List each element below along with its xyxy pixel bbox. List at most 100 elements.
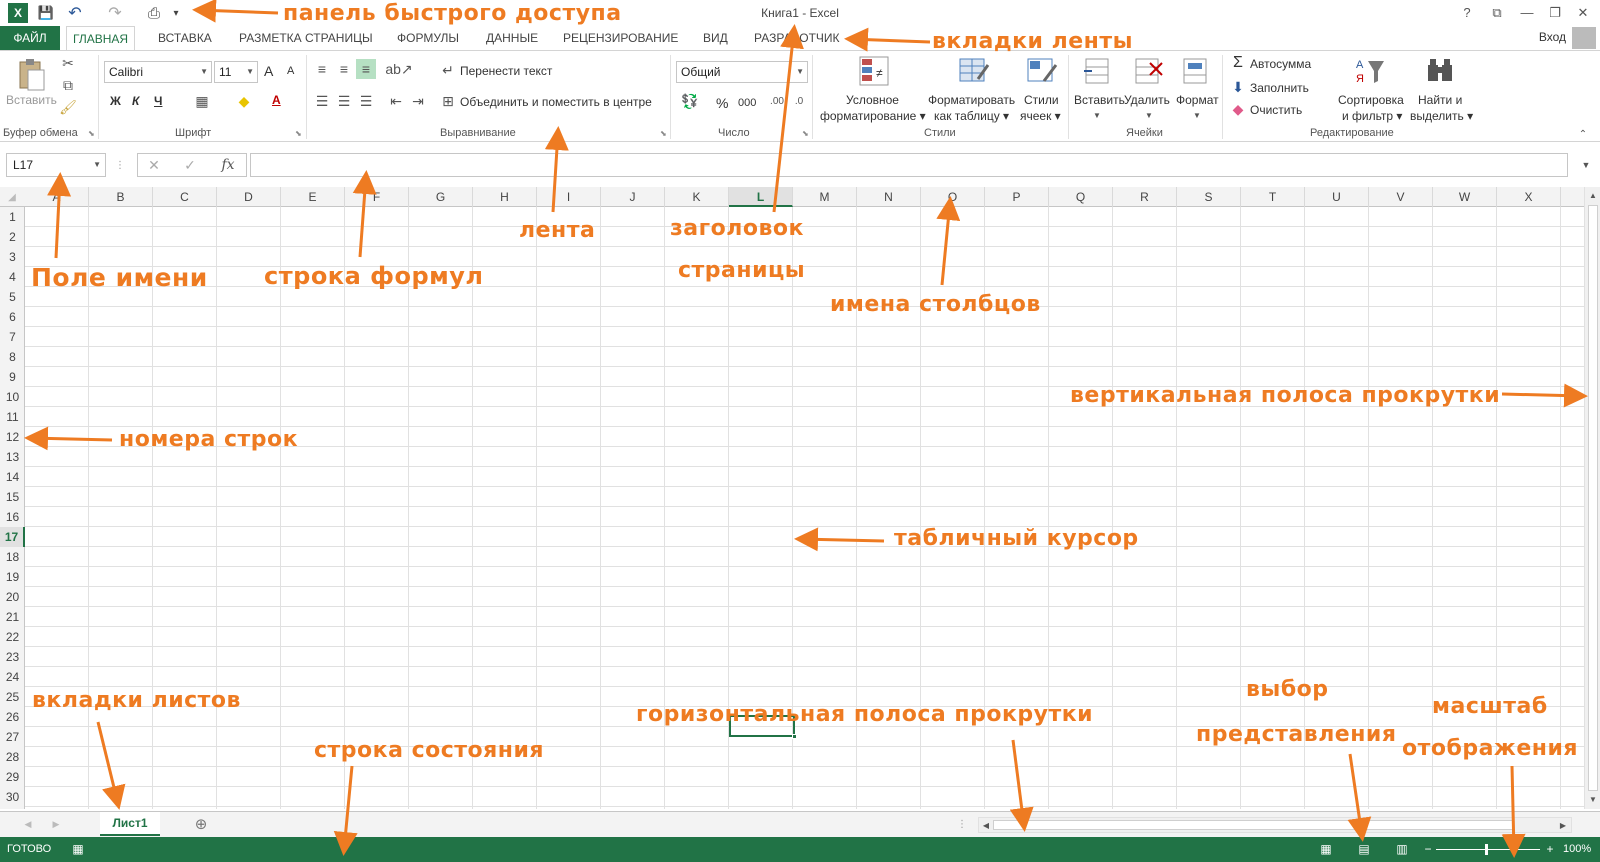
cell-styles-label-1[interactable]: Стили (1024, 93, 1059, 107)
zoom-out-button[interactable]: − (1420, 842, 1436, 856)
autosum-icon[interactable]: Σ (1230, 54, 1246, 71)
align-left-icon[interactable]: ☰ (314, 93, 330, 109)
bold-button[interactable]: Ж (110, 94, 121, 108)
column-header[interactable]: G (409, 187, 473, 207)
column-header[interactable]: J (601, 187, 665, 207)
font-size-combo[interactable]: 11 ▼ (214, 61, 258, 83)
tab-review[interactable]: РЕЦЕНЗИРОВАНИЕ (557, 26, 684, 50)
column-header[interactable]: T (1241, 187, 1305, 207)
redo-icon[interactable]: ↷ (104, 3, 126, 23)
number-format-combo[interactable]: Общий ▼ (676, 61, 808, 83)
autosum-button[interactable]: Автосумма (1250, 57, 1311, 71)
number-launcher-icon[interactable]: ⬊ (802, 129, 809, 138)
prev-sheet-icon[interactable]: ◀ (22, 817, 34, 831)
row-header[interactable]: 22 (0, 627, 25, 647)
column-header[interactable]: P (985, 187, 1049, 207)
avatar[interactable] (1572, 27, 1596, 49)
vertical-scroll-thumb[interactable] (1588, 205, 1598, 791)
cancel-entry-icon[interactable]: ✕ (146, 157, 162, 173)
format-as-table-icon[interactable] (958, 55, 990, 87)
row-header[interactable]: 13 (0, 447, 25, 467)
clipboard-launcher-icon[interactable]: ⬊ (88, 129, 95, 138)
tab-view[interactable]: ВИД (697, 26, 734, 50)
tab-developer[interactable]: РАЗРАБОТЧИК (748, 26, 846, 50)
customize-qat-icon[interactable]: ▾ (170, 3, 182, 23)
sort-filter-label-2[interactable]: и фильтр ▾ (1342, 109, 1402, 123)
column-header[interactable]: H (473, 187, 537, 207)
alignment-launcher-icon[interactable]: ⬊ (660, 129, 667, 138)
column-header[interactable]: V (1369, 187, 1433, 207)
format-as-table-label-2[interactable]: как таблицу ▾ (934, 109, 1009, 123)
macro-record-icon[interactable]: ▦ (70, 842, 86, 856)
percent-button[interactable]: % (716, 95, 728, 111)
row-header[interactable]: 1 (0, 207, 25, 227)
name-box[interactable]: L17 ▼ (6, 153, 106, 177)
column-header[interactable]: M (793, 187, 857, 207)
scroll-up-icon[interactable]: ▲ (1587, 189, 1599, 201)
column-header[interactable]: W (1433, 187, 1497, 207)
column-header[interactable]: L (729, 187, 793, 207)
add-sheet-icon[interactable]: ⊕ (192, 815, 210, 833)
font-launcher-icon[interactable]: ⬊ (295, 129, 302, 138)
paste-icon[interactable] (14, 57, 48, 93)
column-header[interactable]: C (153, 187, 217, 207)
find-select-icon[interactable] (1424, 55, 1456, 87)
row-header[interactable]: 8 (0, 347, 25, 367)
thousands-button[interactable]: 000 (738, 97, 756, 109)
fill-color-icon[interactable]: ◆ (236, 93, 252, 109)
accounting-format-icon[interactable]: 💱 (680, 93, 700, 109)
tab-formulas[interactable]: ФОРМУЛЫ (391, 26, 465, 50)
clear-icon[interactable]: ◆ (1230, 101, 1246, 117)
conditional-formatting-icon[interactable]: ≠ (858, 55, 890, 87)
delete-cells-button[interactable]: Удалить (1124, 93, 1170, 107)
cell-styles-label-2[interactable]: ячеек ▾ (1020, 109, 1061, 123)
row-header[interactable]: 4 (0, 267, 25, 287)
chevron-down-icon[interactable]: ▼ (1092, 109, 1102, 121)
scroll-down-icon[interactable]: ▼ (1587, 793, 1599, 805)
undo-icon[interactable]: ↶ (64, 3, 86, 23)
column-header[interactable]: E (281, 187, 345, 207)
orientation-icon[interactable]: ab↗ (385, 61, 412, 77)
increase-decimal-icon[interactable]: .00 (768, 93, 786, 109)
row-header[interactable]: 15 (0, 487, 25, 507)
vertical-scrollbar[interactable]: ▲ ▼ (1584, 187, 1600, 809)
align-top-icon[interactable]: ≡ (314, 61, 330, 77)
column-header[interactable]: O (921, 187, 985, 207)
scroll-right-icon[interactable]: ▶ (1557, 819, 1569, 831)
align-right-icon[interactable]: ☰ (358, 93, 374, 109)
align-bottom-icon[interactable]: ≡ (356, 59, 376, 79)
row-header[interactable]: 27 (0, 727, 25, 747)
fill-handle[interactable] (792, 734, 797, 739)
chevron-down-icon[interactable]: ▼ (1192, 109, 1202, 121)
ribbon-display-icon[interactable]: ⧉ (1486, 3, 1508, 23)
format-as-table-label-1[interactable]: Форматировать (928, 93, 1015, 107)
row-header[interactable]: 3 (0, 247, 25, 267)
help-icon[interactable]: ? (1456, 3, 1478, 23)
format-cells-button[interactable]: Формат (1176, 93, 1219, 107)
insert-cells-icon[interactable] (1082, 55, 1114, 87)
tab-split-grip-icon[interactable]: ⋮ (957, 817, 967, 831)
sign-in-link[interactable]: Вход (1539, 30, 1566, 44)
print-preview-icon[interactable]: ⎙ (144, 3, 164, 23)
formula-bar-grip-icon[interactable]: ⋮ (115, 158, 125, 172)
column-header[interactable]: S (1177, 187, 1241, 207)
fill-icon[interactable]: ⬇ (1230, 79, 1246, 95)
copy-icon[interactable]: ⧉ (60, 77, 76, 93)
tab-home[interactable]: ГЛАВНАЯ (66, 26, 136, 51)
horizontal-scrollbar[interactable]: ◀ ▶ (978, 817, 1572, 833)
tab-page-layout[interactable]: РАЗМЕТКА СТРАНИЦЫ (233, 26, 379, 50)
row-header[interactable]: 18 (0, 547, 25, 567)
zoom-slider-knob[interactable] (1485, 844, 1488, 855)
minimize-icon[interactable]: — (1516, 3, 1538, 23)
confirm-entry-icon[interactable]: ✓ (182, 157, 198, 173)
sort-filter-label-1[interactable]: Сортировка (1338, 93, 1404, 107)
insert-cells-button[interactable]: Вставить (1074, 93, 1125, 107)
wrap-text-button[interactable]: Перенести текст (460, 64, 552, 78)
find-select-label-1[interactable]: Найти и (1418, 93, 1462, 107)
column-header[interactable]: R (1113, 187, 1177, 207)
merge-center-icon[interactable]: ⊞ (440, 93, 456, 109)
align-center-icon[interactable]: ☰ (336, 93, 352, 109)
decrease-decimal-icon[interactable]: .0 (790, 93, 808, 109)
cut-icon[interactable]: ✂ (60, 55, 76, 71)
merge-center-button[interactable]: Объединить и поместить в центре (460, 95, 652, 109)
